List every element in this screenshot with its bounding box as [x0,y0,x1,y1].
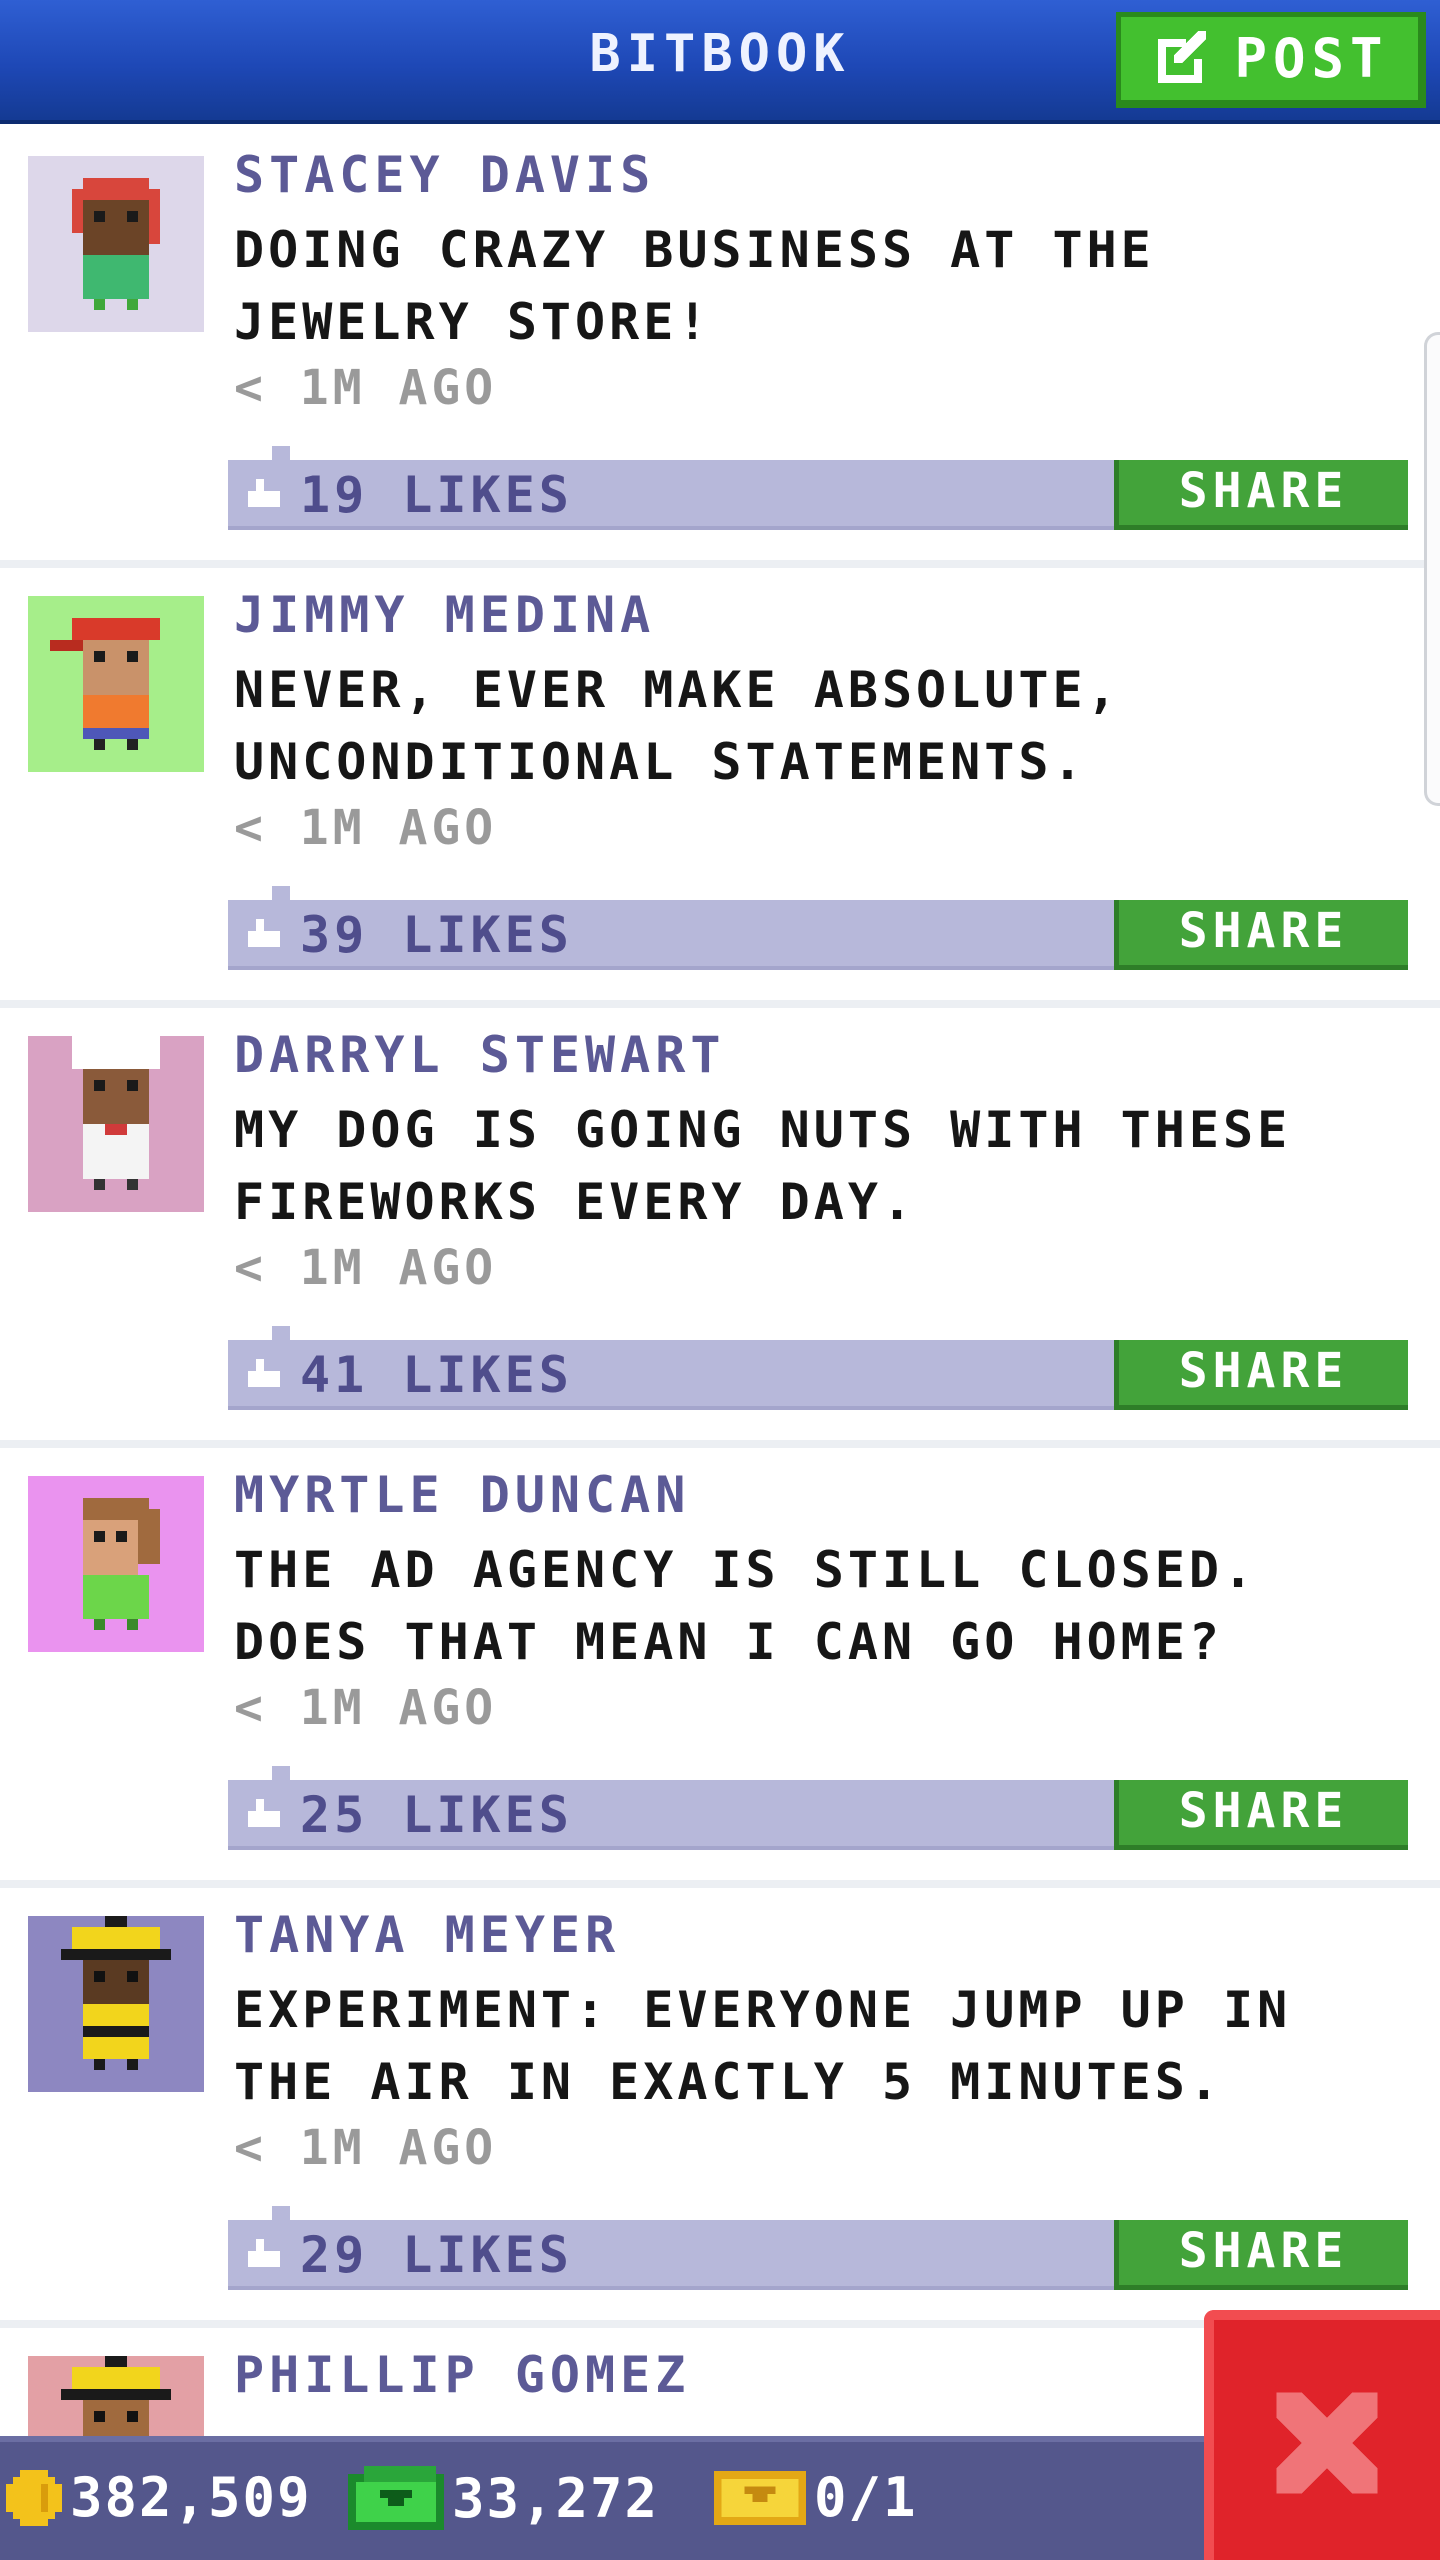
share-button[interactable]: SHARE [1114,1780,1408,1850]
likes-count: 19 LIKES [300,466,573,524]
post-timestamp: < 1M AGO [234,800,498,856]
close-icon [1276,2392,1378,2494]
thumbs-up-icon[interactable] [244,918,284,952]
avatar[interactable] [28,596,204,772]
coins-stat: 382,509 [6,2466,312,2529]
avatar-image [61,2356,171,2436]
feed-post: MYRTLE DUNCAN THE AD AGENCY IS STILL CLO… [0,1448,1440,1888]
likes-bar: 41 LIKES SHARE [228,1326,1408,1410]
thumbs-up-icon[interactable] [244,2238,284,2272]
app-header: BITBOOK POST [0,0,1440,124]
close-button[interactable] [1204,2310,1440,2560]
feed-post: JIMMY MEDINA NEVER, EVER MAKE ABSOLUTE, … [0,568,1440,1008]
post-author[interactable]: TANYA MEYER [234,1906,620,1964]
post-timestamp: < 1M AGO [234,2120,498,2176]
avatar-image [72,1036,160,1190]
post-message: THE AD AGENCY IS STILL CLOSED. DOES THAT… [234,1541,1258,1671]
avatar[interactable] [28,1916,204,2092]
post-author[interactable]: DARRYL STEWART [234,1026,725,1084]
coins-value: 382,509 [70,2466,312,2529]
post-button-label: POST [1234,27,1389,90]
share-button[interactable]: SHARE [1114,900,1408,970]
likes-count: 41 LIKES [300,1346,573,1404]
edit-icon [1158,30,1207,83]
avatar[interactable] [28,2356,204,2436]
post-author[interactable]: JIMMY MEDINA [234,586,655,644]
post-author[interactable]: MYRTLE DUNCAN [234,1466,690,1524]
feed-post: DARRYL STEWART MY DOG IS GOING NUTS WITH… [0,1008,1440,1448]
coin-icon [6,2469,62,2526]
avatar-image [61,1916,171,2070]
bux-stat: 33,272 [348,2466,659,2530]
news-feed[interactable]: STACEY DAVIS DOING CRAZY BUSINESS AT THE… [0,128,1440,2436]
post-timestamp: < 1M AGO [234,1240,498,1296]
likes-bar: 25 LIKES SHARE [228,1766,1408,1850]
post-message: EXPERIMENT: EVERYONE JUMP UP IN THE AIR … [234,1981,1292,2111]
feed-post: STACEY DAVIS DOING CRAZY BUSINESS AT THE… [0,128,1440,568]
likes-bar: 39 LIKES SHARE [228,886,1408,970]
post-timestamp: < 1M AGO [234,360,498,416]
avatar[interactable] [28,156,204,332]
likes-count: 25 LIKES [300,1786,573,1844]
bux-icon [348,2466,444,2530]
avatar-image [83,1498,160,1630]
ticket-icon [714,2470,806,2525]
post-message: NEVER, EVER MAKE ABSOLUTE, UNCONDITIONAL… [234,661,1121,791]
avatar[interactable] [28,1036,204,1212]
likes-bar: 19 LIKES SHARE [228,446,1408,530]
post-message: MY DOG IS GOING NUTS WITH THESE FIREWORK… [234,1101,1292,1231]
avatar-image [50,618,160,750]
avatar[interactable] [28,1476,204,1652]
tickets-value: 0/1 [814,2466,918,2529]
thumbs-up-icon[interactable] [244,1358,284,1392]
share-button[interactable]: SHARE [1114,1340,1408,1410]
avatar-image [72,178,160,310]
bux-value: 33,272 [452,2466,660,2530]
thumbs-up-icon[interactable] [244,478,284,512]
share-button[interactable]: SHARE [1114,2220,1408,2290]
share-button[interactable]: SHARE [1114,460,1408,530]
likes-bar: 29 LIKES SHARE [228,2206,1408,2290]
post-timestamp: < 1M AGO [234,1680,498,1736]
tickets-stat: 0/1 [714,2466,918,2529]
feed-post: TANYA MEYER EXPERIMENT: EVERYONE JUMP UP… [0,1888,1440,2328]
post-message: DOING CRAZY BUSINESS AT THE JEWELRY STOR… [234,221,1155,351]
post-button[interactable]: POST [1116,12,1426,108]
edge-panel-handle[interactable] [1424,332,1440,806]
likes-count: 29 LIKES [300,2226,573,2284]
post-author[interactable]: PHILLIP GOMEZ [234,2346,690,2404]
thumbs-up-icon[interactable] [244,1798,284,1832]
post-author[interactable]: STACEY DAVIS [234,146,655,204]
likes-count: 39 LIKES [300,906,573,964]
